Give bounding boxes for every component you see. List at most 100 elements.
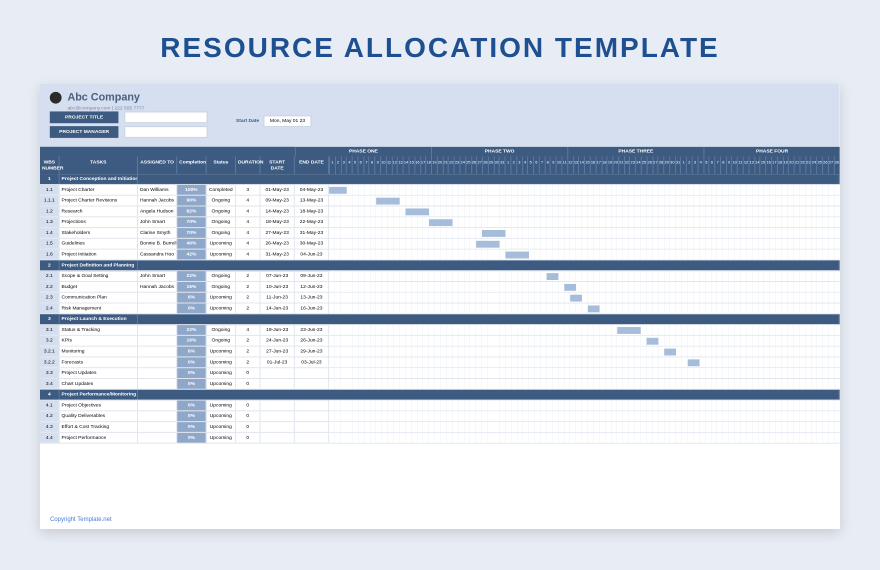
cell-end[interactable]: 04-Jun-23 — [295, 250, 329, 260]
cell-task[interactable]: Project Initiation — [60, 250, 138, 260]
cell-status[interactable]: Ongoing — [207, 271, 236, 281]
cell-task[interactable]: Project Definition and Planning — [60, 260, 138, 270]
cell-completion[interactable]: 6% — [177, 293, 206, 303]
cell-wbs[interactable]: 4.3 — [40, 422, 60, 432]
cell-duration[interactable]: 4 — [236, 207, 261, 217]
cell-task[interactable]: Forecasts — [60, 357, 138, 367]
cell-end[interactable]: 13-May-23 — [295, 196, 329, 206]
cell-status[interactable]: Upcoming — [207, 347, 236, 357]
cell-start[interactable] — [261, 368, 295, 378]
cell-wbs[interactable]: 1.2 — [40, 207, 60, 217]
cell-end[interactable]: 30-May-23 — [295, 239, 329, 249]
section-row[interactable]: 3Project Launch & Execution — [40, 314, 840, 325]
cell-start[interactable]: 10-Jun-23 — [261, 282, 295, 292]
cell-wbs[interactable]: 3.2.2 — [40, 357, 60, 367]
cell-duration[interactable]: 4 — [236, 228, 261, 238]
cell-wbs[interactable]: 1.1.1 — [40, 196, 60, 206]
cell-end[interactable] — [295, 379, 329, 389]
cell-start[interactable] — [261, 379, 295, 389]
cell-completion[interactable]: 70% — [177, 217, 206, 227]
cell-start[interactable]: 18-May-23 — [261, 217, 295, 227]
cell-completion[interactable]: 22% — [177, 325, 206, 335]
cell-wbs[interactable]: 2.1 — [40, 271, 60, 281]
task-row[interactable]: 4.3Effort & Cost Tracking0%Upcoming0 — [40, 422, 840, 433]
cell-status[interactable]: Upcoming — [207, 239, 236, 249]
cell-duration[interactable]: 2 — [236, 347, 261, 357]
cell-start[interactable]: 07-Jun-23 — [261, 271, 295, 281]
cell-start[interactable]: 27-Jun-23 — [261, 347, 295, 357]
cell-status[interactable]: Ongoing — [207, 325, 236, 335]
gantt-bar[interactable] — [647, 338, 659, 345]
cell-duration[interactable]: 4 — [236, 196, 261, 206]
cell-duration[interactable]: 0 — [236, 368, 261, 378]
cell-completion[interactable]: 40% — [177, 239, 206, 249]
task-row[interactable]: 1.1Project CharterDan Williams100%Comple… — [40, 185, 840, 196]
cell-wbs[interactable]: 3.2 — [40, 336, 60, 346]
cell-task[interactable]: Projections — [60, 217, 138, 227]
cell-status[interactable]: Upcoming — [207, 379, 236, 389]
cell-assigned[interactable] — [138, 422, 177, 432]
cell-assigned[interactable] — [138, 401, 177, 411]
cell-assigned[interactable]: Hannah Jacobs — [138, 282, 177, 292]
cell-task[interactable]: Chart Updates — [60, 379, 138, 389]
cell-completion[interactable]: 16% — [177, 282, 206, 292]
cell-end[interactable]: 09-Jun-23 — [295, 271, 329, 281]
cell-wbs[interactable]: 3.3 — [40, 368, 60, 378]
cell-start[interactable]: 14-Jun-23 — [261, 304, 295, 314]
cell-status[interactable]: Completed — [207, 185, 236, 195]
cell-start[interactable]: 27-May-23 — [261, 228, 295, 238]
task-row[interactable]: 3.4Chart Updates0%Upcoming0 — [40, 379, 840, 390]
cell-assigned[interactable]: John Smart — [138, 217, 177, 227]
task-row[interactable]: 3.2.1Monitoring6%Upcoming227-Jun-2329-Ju… — [40, 347, 840, 358]
cell-wbs[interactable]: 2.4 — [40, 304, 60, 314]
cell-task[interactable]: Scope & Goal Setting — [60, 271, 138, 281]
cell-start[interactable]: 24-Jun-23 — [261, 336, 295, 346]
cell-status[interactable]: Upcoming — [207, 250, 236, 260]
cell-wbs[interactable]: 1.5 — [40, 239, 60, 249]
cell-duration[interactable]: 4 — [236, 250, 261, 260]
cell-wbs[interactable]: 1.1 — [40, 185, 60, 195]
cell-duration[interactable]: 4 — [236, 217, 261, 227]
task-row[interactable]: 1.4StakeholdersClarise Smyth70%Ongoing42… — [40, 228, 840, 239]
cell-end[interactable]: 03-Jul-23 — [295, 357, 329, 367]
cell-status[interactable]: Ongoing — [207, 217, 236, 227]
gantt-bar[interactable] — [429, 219, 453, 226]
cell-completion[interactable]: 0% — [177, 368, 206, 378]
cell-completion[interactable]: 0% — [177, 433, 206, 443]
cell-start[interactable]: 01-Jul-23 — [261, 357, 295, 367]
cell-duration[interactable]: 0 — [236, 433, 261, 443]
gantt-bar[interactable] — [547, 273, 559, 280]
cell-start[interactable]: 09-May-23 — [261, 196, 295, 206]
task-row[interactable]: 2.4Risk Management0%Upcoming214-Jun-2316… — [40, 304, 840, 315]
gantt-bar[interactable] — [688, 359, 700, 366]
project-manager-input[interactable] — [124, 126, 207, 138]
project-title-input[interactable] — [124, 111, 207, 123]
cell-wbs[interactable]: 3 — [40, 314, 60, 324]
cell-completion[interactable]: 22% — [177, 271, 206, 281]
cell-end[interactable] — [295, 401, 329, 411]
cell-duration[interactable]: 2 — [236, 282, 261, 292]
section-row[interactable]: 4Project Performance/Monitoring — [40, 390, 840, 401]
cell-wbs[interactable]: 4 — [40, 390, 60, 400]
cell-duration[interactable]: 4 — [236, 239, 261, 249]
cell-task[interactable]: Project Charter — [60, 185, 138, 195]
cell-assigned[interactable] — [138, 368, 177, 378]
cell-task[interactable]: KPIs — [60, 336, 138, 346]
cell-wbs[interactable]: 3.2.1 — [40, 347, 60, 357]
cell-assigned[interactable]: Cassandra Hoo — [138, 250, 177, 260]
section-row[interactable]: 2Project Definition and Planning — [40, 260, 840, 271]
task-row[interactable]: 3.2KPIs16%Ongoing224-Jun-2326-Jun-23 — [40, 336, 840, 347]
cell-status[interactable]: Ongoing — [207, 336, 236, 346]
cell-completion[interactable]: 0% — [177, 422, 206, 432]
cell-assigned[interactable] — [138, 379, 177, 389]
cell-end[interactable]: 12-Jun-23 — [295, 282, 329, 292]
cell-assigned[interactable] — [138, 411, 177, 421]
cell-end[interactable]: 31-May-23 — [295, 228, 329, 238]
cell-status[interactable]: Upcoming — [207, 357, 236, 367]
cell-task[interactable]: Project Performance/Monitoring — [60, 390, 138, 400]
cell-end[interactable]: 16-Jun-23 — [295, 304, 329, 314]
cell-wbs[interactable]: 2.3 — [40, 293, 60, 303]
cell-assigned[interactable]: Bonnie B. Burrell — [138, 239, 177, 249]
task-row[interactable]: 3.3Project Updates0%Upcoming0 — [40, 368, 840, 379]
cell-completion[interactable]: 0% — [177, 357, 206, 367]
